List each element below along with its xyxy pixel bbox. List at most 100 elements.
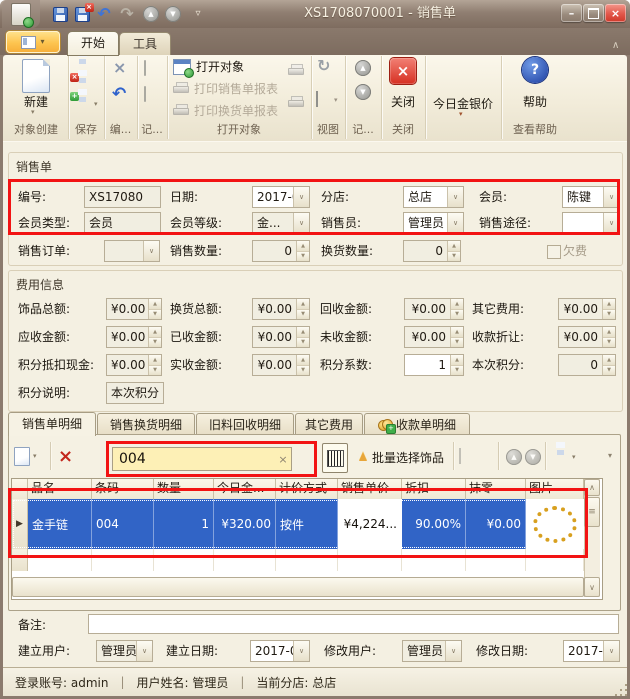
fee-spinner[interactable]: ▲▼	[602, 299, 615, 319]
cell-discount[interactable]: 90.00%	[402, 499, 466, 549]
cell-unit-price[interactable]: ¥4,224...	[338, 499, 402, 549]
row-selector-cell[interactable]: ▶	[12, 499, 28, 549]
remark-input[interactable]	[89, 615, 618, 635]
grid-selected-row[interactable]: ▶ 金手链 004 1 ¥320.00 按件 ¥4,224... 90.00% …	[12, 499, 584, 549]
toolbar-overflow-icon[interactable]: ▾	[608, 451, 612, 460]
modified-date-field[interactable]: 2017-0 ∨	[563, 640, 620, 662]
fee-field-total[interactable]: ¥0.00 ▲▼	[106, 298, 162, 320]
close-form-button[interactable]: ×	[390, 58, 416, 84]
date-field[interactable]: 2017-0 ∨	[252, 186, 310, 208]
scroll-up-button[interactable]: ∧	[584, 479, 600, 496]
close-button[interactable]: ×	[605, 4, 626, 22]
exchange-qty-field[interactable]: 0 ▲▼	[403, 240, 461, 262]
no-field[interactable]: XS17080	[84, 186, 161, 208]
redo-button[interactable]: ↷	[117, 4, 137, 24]
fee-field-points-cash[interactable]: ¥0.00 ▲▼	[106, 354, 162, 376]
exchange-qty-spinner[interactable]: ▲▼	[447, 241, 460, 261]
record-action-button-2[interactable]	[144, 87, 146, 101]
open-object-button[interactable]: 打开对象	[173, 58, 244, 75]
cell-barcode[interactable]: 004	[92, 499, 154, 549]
add-row-dropdown-icon[interactable]: ▾	[33, 452, 37, 460]
branch-field[interactable]: 总店 ∨	[403, 186, 464, 208]
move-up-button[interactable]: ▲	[506, 449, 522, 465]
fee-field-unreceived[interactable]: ¥0.00 ▲▼	[404, 326, 464, 348]
add-row-button[interactable]	[14, 447, 30, 466]
new-button[interactable]	[22, 59, 50, 93]
undo-edit-button[interactable]: ↶	[112, 84, 126, 104]
delete-row-button[interactable]: ×	[58, 446, 73, 467]
fee-field-other[interactable]: ¥0.00 ▲▼	[558, 298, 616, 320]
header-gold-price[interactable]: 今日金...	[214, 479, 276, 499]
branch-dropdown-icon[interactable]: ∨	[447, 187, 463, 207]
fee-spinner[interactable]: ▲▼	[148, 327, 161, 347]
undo-button[interactable]: ↶	[94, 4, 114, 24]
points-note-field[interactable]: 本次积分	[106, 382, 164, 404]
next-record-button[interactable]: ▼	[163, 4, 183, 24]
cell-qty[interactable]: 1	[154, 499, 214, 549]
help-button[interactable]: ?	[522, 57, 548, 83]
close-form-label[interactable]: 关闭	[381, 93, 425, 110]
member-level-dropdown-icon[interactable]: ∨	[293, 213, 309, 233]
fee-spinner[interactable]: ▲▼	[450, 355, 463, 375]
modified-by-dropdown-icon[interactable]: ∨	[445, 641, 461, 661]
header-qty[interactable]: 数量	[154, 479, 214, 499]
fee-spinner[interactable]: ▲▼	[296, 355, 309, 375]
cell-pricing[interactable]: 按件	[276, 499, 338, 549]
header-rounding[interactable]: 抹零	[466, 479, 526, 499]
quick-save-close-button[interactable]: ×	[72, 4, 92, 24]
minimize-button[interactable]: –	[561, 4, 582, 22]
gold-price-dropdown-icon[interactable]: ▾	[459, 110, 463, 118]
scroll-down-button[interactable]: ∨	[584, 577, 600, 597]
gold-price-button[interactable]: 今日金银价	[425, 95, 501, 112]
fee-spinner[interactable]: ▲▼	[148, 299, 161, 319]
created-date-dropdown-icon[interactable]: ∨	[293, 641, 309, 661]
modified-by-field[interactable]: 管理员 ∨	[402, 640, 462, 662]
fee-field-points-factor[interactable]: 1 ▲▼	[404, 354, 464, 376]
fee-spinner[interactable]: ▲▼	[296, 327, 309, 347]
prev-record-ribbon-button[interactable]: ▲	[355, 60, 371, 76]
fee-spinner[interactable]: ▲▼	[602, 355, 615, 375]
barcode-search-input[interactable]	[113, 451, 275, 467]
salesman-dropdown-icon[interactable]: ∨	[447, 213, 463, 233]
fee-field-receivable[interactable]: ¥0.00 ▲▼	[106, 326, 162, 348]
fee-field-recycle[interactable]: ¥0.00 ▲▼	[404, 298, 464, 320]
detail-form-button[interactable]	[459, 449, 461, 463]
view-window-button[interactable]	[316, 92, 318, 106]
help-button-label[interactable]: 帮助	[501, 93, 569, 110]
ribbon-tab-start[interactable]: 开始	[68, 32, 118, 55]
record-action-button-1[interactable]	[144, 61, 146, 75]
cell-rounding[interactable]: ¥0.00	[466, 499, 526, 549]
fee-field-paid[interactable]: ¥0.00 ▲▼	[252, 354, 310, 376]
new-button-label[interactable]: 新建	[4, 93, 68, 110]
salesman-field[interactable]: 管理员 ∨	[403, 212, 464, 234]
fee-spinner[interactable]: ▲▼	[602, 327, 615, 347]
print-sales-report-button[interactable]: 打印销售单报表	[173, 80, 278, 97]
header-barcode[interactable]: 条码	[92, 479, 154, 499]
barcode-search-box[interactable]: ×	[112, 447, 292, 471]
move-down-button[interactable]: ▼	[525, 449, 541, 465]
horizontal-scrollbar[interactable]	[12, 577, 584, 597]
ribbon-tab-tools[interactable]: 工具	[120, 33, 170, 56]
header-discount[interactable]: 折扣	[402, 479, 466, 499]
fee-field-points-now[interactable]: 0 ▲▼	[558, 354, 616, 376]
header-unit-price[interactable]: 销售单价	[338, 479, 402, 499]
tab-sales-detail[interactable]: 销售单明细	[8, 412, 96, 436]
tab-other-fee[interactable]: 其它费用	[295, 413, 363, 435]
maximize-button[interactable]	[583, 4, 604, 22]
member-type-field[interactable]: 会员	[84, 212, 161, 234]
created-by-field[interactable]: 管理员 ∨	[96, 640, 153, 662]
member-dropdown-icon[interactable]: ∨	[603, 187, 619, 207]
header-image[interactable]: 图片	[526, 479, 584, 499]
grid-empty-row[interactable]	[12, 549, 584, 571]
batch-select-button[interactable]: 批量选择饰品	[352, 444, 451, 470]
sales-qty-spinner[interactable]: ▲▼	[296, 241, 309, 261]
qat-customize-button[interactable]: ▿	[188, 4, 208, 24]
header-pricing[interactable]: 计价方式	[276, 479, 338, 499]
fee-spinner[interactable]: ▲▼	[450, 327, 463, 347]
fee-spinner[interactable]: ▲▼	[296, 299, 309, 319]
tab-receipt-detail[interactable]: +收款单明细	[364, 413, 470, 435]
arrears-checkbox[interactable]	[547, 245, 561, 259]
fee-spinner[interactable]: ▲▼	[148, 355, 161, 375]
refresh-button[interactable]: ↻	[317, 56, 330, 75]
fee-spinner[interactable]: ▲▼	[450, 299, 463, 319]
